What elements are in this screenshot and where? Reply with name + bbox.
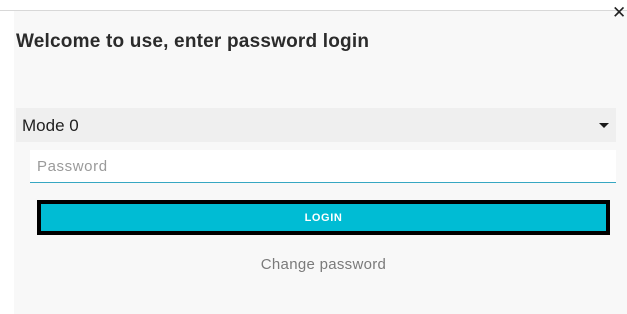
mode-select[interactable]: Mode 0	[16, 108, 616, 142]
login-button[interactable]: LOGIN	[37, 200, 610, 235]
close-icon[interactable]: ✕	[612, 5, 627, 22]
change-password-link[interactable]: Change password	[0, 256, 627, 273]
password-field[interactable]	[30, 150, 616, 183]
mode-select-value: Mode 0	[22, 116, 79, 135]
dialog-title: Welcome to use, enter password login	[16, 31, 370, 52]
caret-down-icon	[599, 123, 609, 128]
